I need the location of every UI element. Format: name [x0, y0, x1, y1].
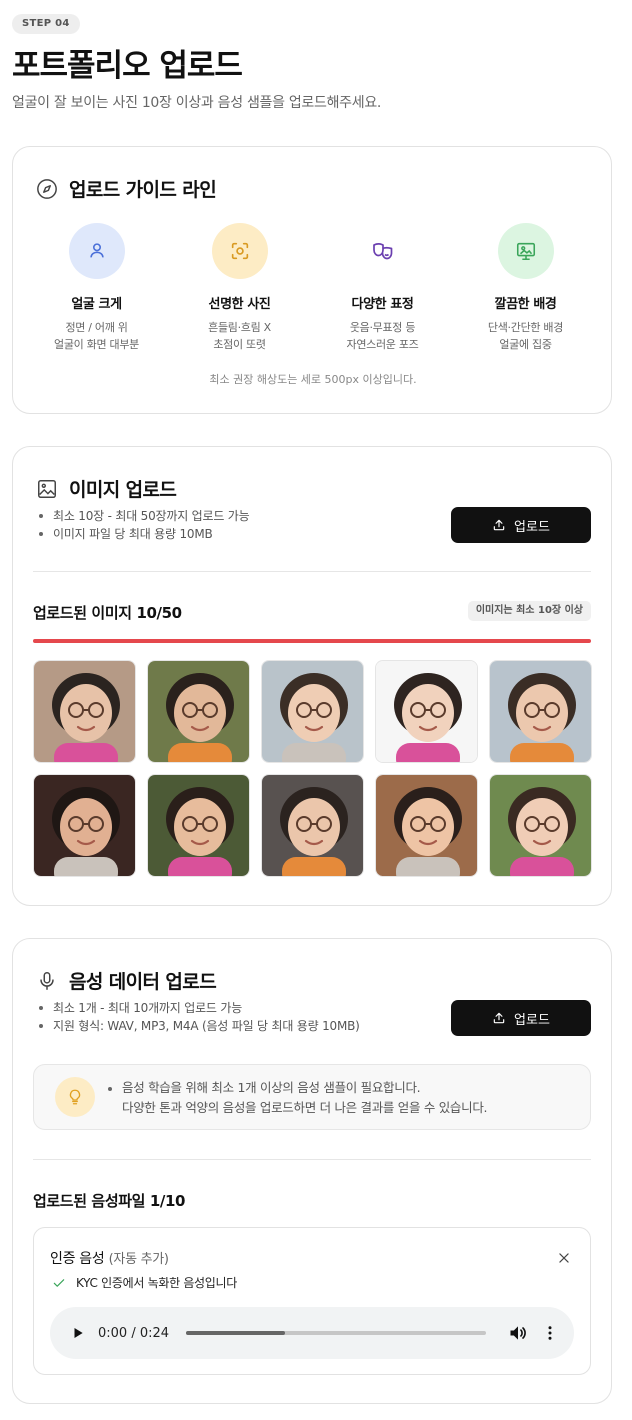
- uploaded-image-thumb[interactable]: [489, 660, 592, 763]
- volume-icon[interactable]: [506, 1321, 530, 1345]
- uploaded-images-title: 업로드된 이미지 10/50: [33, 604, 182, 622]
- audio-file-card: 인증 음성 (자동 추가) KYC 인증에서 녹화한 음성입니다 0:00 / …: [33, 1227, 591, 1375]
- image-rules-list: 최소 10장 - 최대 50장까지 업로드 가능 이미지 파일 당 최대 용량 …: [39, 507, 250, 543]
- audio-seek-played: [186, 1331, 285, 1335]
- audio-seek-bar[interactable]: [186, 1331, 486, 1335]
- list-item: 최소 1개 - 최대 10개까지 업로드 가능: [39, 999, 360, 1017]
- uploaded-voice-title: 업로드된 음성파일 1/10: [33, 1192, 186, 1210]
- list-item: 지원 형식: WAV, MP3, M4A (음성 파일 당 최대 용량 10MB…: [39, 1017, 360, 1035]
- audio-player: 0:00 / 0:24: [50, 1307, 574, 1359]
- uploaded-image-thumb[interactable]: [33, 660, 136, 763]
- uploaded-image-thumb[interactable]: [375, 774, 478, 877]
- play-icon[interactable]: [68, 1323, 88, 1343]
- guide-name: 선명한 사진: [208, 297, 271, 312]
- guide-desc: 웃음·무표정 등 자연스러운 포즈: [346, 321, 419, 351]
- guide-desc: 단색·간단한 배경 얼굴에 집중: [487, 321, 564, 351]
- divider: [33, 1159, 591, 1160]
- uploaded-image-thumb[interactable]: [375, 660, 478, 763]
- guide-item-background: 깔끔한 배경 단색·간단한 배경 얼굴에 집중: [454, 223, 597, 353]
- uploaded-image-thumb[interactable]: [33, 774, 136, 877]
- more-options-icon[interactable]: [538, 1321, 562, 1345]
- audio-file-title: 인증 음성 (자동 추가): [50, 1251, 169, 1267]
- voice-upload-button[interactable]: 업로드: [451, 1000, 591, 1036]
- tip-text: 음성 학습을 위해 최소 1개 이상의 음성 샘플이 필요합니다. 다양한 톤과…: [108, 1078, 488, 1118]
- focus-icon: [211, 223, 268, 279]
- images-progress-bar: [33, 639, 591, 643]
- voice-upload-card: 음성 데이터 업로드 최소 1개 - 최대 10개까지 업로드 가능 지원 형식…: [12, 938, 612, 1404]
- min-images-badge: 이미지는 최소 10장 이상: [467, 601, 591, 621]
- images-progress-fill: [33, 639, 591, 643]
- image-upload-header: 이미지 업로드: [35, 475, 177, 502]
- step-badge: STEP 04: [12, 14, 80, 34]
- guide-list: 얼굴 크게 정면 / 어깨 위 얼굴이 화면 대부분 선명한 사진 흔들림·흐림 …: [13, 223, 613, 353]
- voice-tip-box: 음성 학습을 위해 최소 1개 이상의 음성 샘플이 필요합니다. 다양한 톤과…: [33, 1064, 591, 1130]
- guide-name: 깔끔한 배경: [494, 297, 557, 312]
- uploaded-image-thumb[interactable]: [261, 660, 364, 763]
- user-icon: [68, 223, 125, 279]
- uploaded-image-thumb[interactable]: [261, 774, 364, 877]
- kyc-note: KYC 인증에서 녹화한 음성입니다: [52, 1274, 237, 1291]
- list-item: 최소 10장 - 최대 50장까지 업로드 가능: [39, 507, 250, 525]
- guide-item-expression: 다양한 표정 웃음·무표정 등 자연스러운 포즈: [311, 223, 454, 353]
- page-subtitle: 얼굴이 잘 보이는 사진 10장 이상과 음성 샘플을 업로드해주세요.: [12, 95, 382, 111]
- divider: [33, 571, 591, 572]
- close-icon[interactable]: [552, 1246, 576, 1270]
- image-upload-card: 이미지 업로드 최소 10장 - 최대 50장까지 업로드 가능 이미지 파일 …: [12, 446, 612, 906]
- guide-name: 다양한 표정: [351, 297, 414, 312]
- audio-time: 0:00 / 0:24: [98, 1325, 170, 1341]
- upload-icon: [493, 519, 505, 531]
- upload-label: 업로드: [514, 1012, 550, 1028]
- masks-icon: [354, 223, 411, 279]
- guide-desc: 정면 / 어깨 위 얼굴이 화면 대부분: [54, 321, 139, 351]
- guide-note: 최소 권장 해상도는 세로 500px 이상입니다.: [209, 373, 417, 386]
- uploaded-image-thumb[interactable]: [489, 774, 592, 877]
- upload-guide-card: 업로드 가이드 라인 얼굴 크게 정면 / 어깨 위 얼굴이 화면 대부분 선명한…: [12, 146, 612, 414]
- guide-item-sharp: 선명한 사진 흔들림·흐림 X 초점이 또렷: [168, 223, 311, 353]
- voice-rules-list: 최소 1개 - 최대 10개까지 업로드 가능 지원 형식: WAV, MP3,…: [39, 999, 360, 1035]
- compass-icon: [35, 177, 59, 201]
- check-icon: [53, 1278, 65, 1287]
- monitor-image-icon: [497, 223, 554, 279]
- upload-label: 업로드: [514, 519, 550, 535]
- uploaded-images-grid: [33, 660, 593, 877]
- guide-header: 업로드 가이드 라인: [35, 175, 217, 202]
- guide-title: 업로드 가이드 라인: [69, 179, 217, 201]
- guide-item-face: 얼굴 크게 정면 / 어깨 위 얼굴이 화면 대부분: [25, 223, 168, 353]
- uploaded-image-thumb[interactable]: [147, 660, 250, 763]
- upload-icon: [493, 1012, 505, 1024]
- microphone-icon: [35, 969, 59, 993]
- image-upload-title: 이미지 업로드: [69, 479, 177, 501]
- voice-upload-title: 음성 데이터 업로드: [69, 971, 217, 993]
- image-upload-button[interactable]: 업로드: [451, 507, 591, 543]
- uploaded-image-thumb[interactable]: [147, 774, 250, 877]
- lightbulb-icon: [55, 1077, 95, 1117]
- page-title: 포트폴리오 업로드: [12, 48, 243, 84]
- guide-name: 얼굴 크게: [71, 297, 122, 312]
- list-item: 이미지 파일 당 최대 용량 10MB: [39, 525, 249, 543]
- image-icon: [35, 477, 59, 501]
- guide-desc: 흔들림·흐림 X 초점이 또렷: [208, 321, 271, 351]
- voice-upload-header: 음성 데이터 업로드: [35, 967, 217, 994]
